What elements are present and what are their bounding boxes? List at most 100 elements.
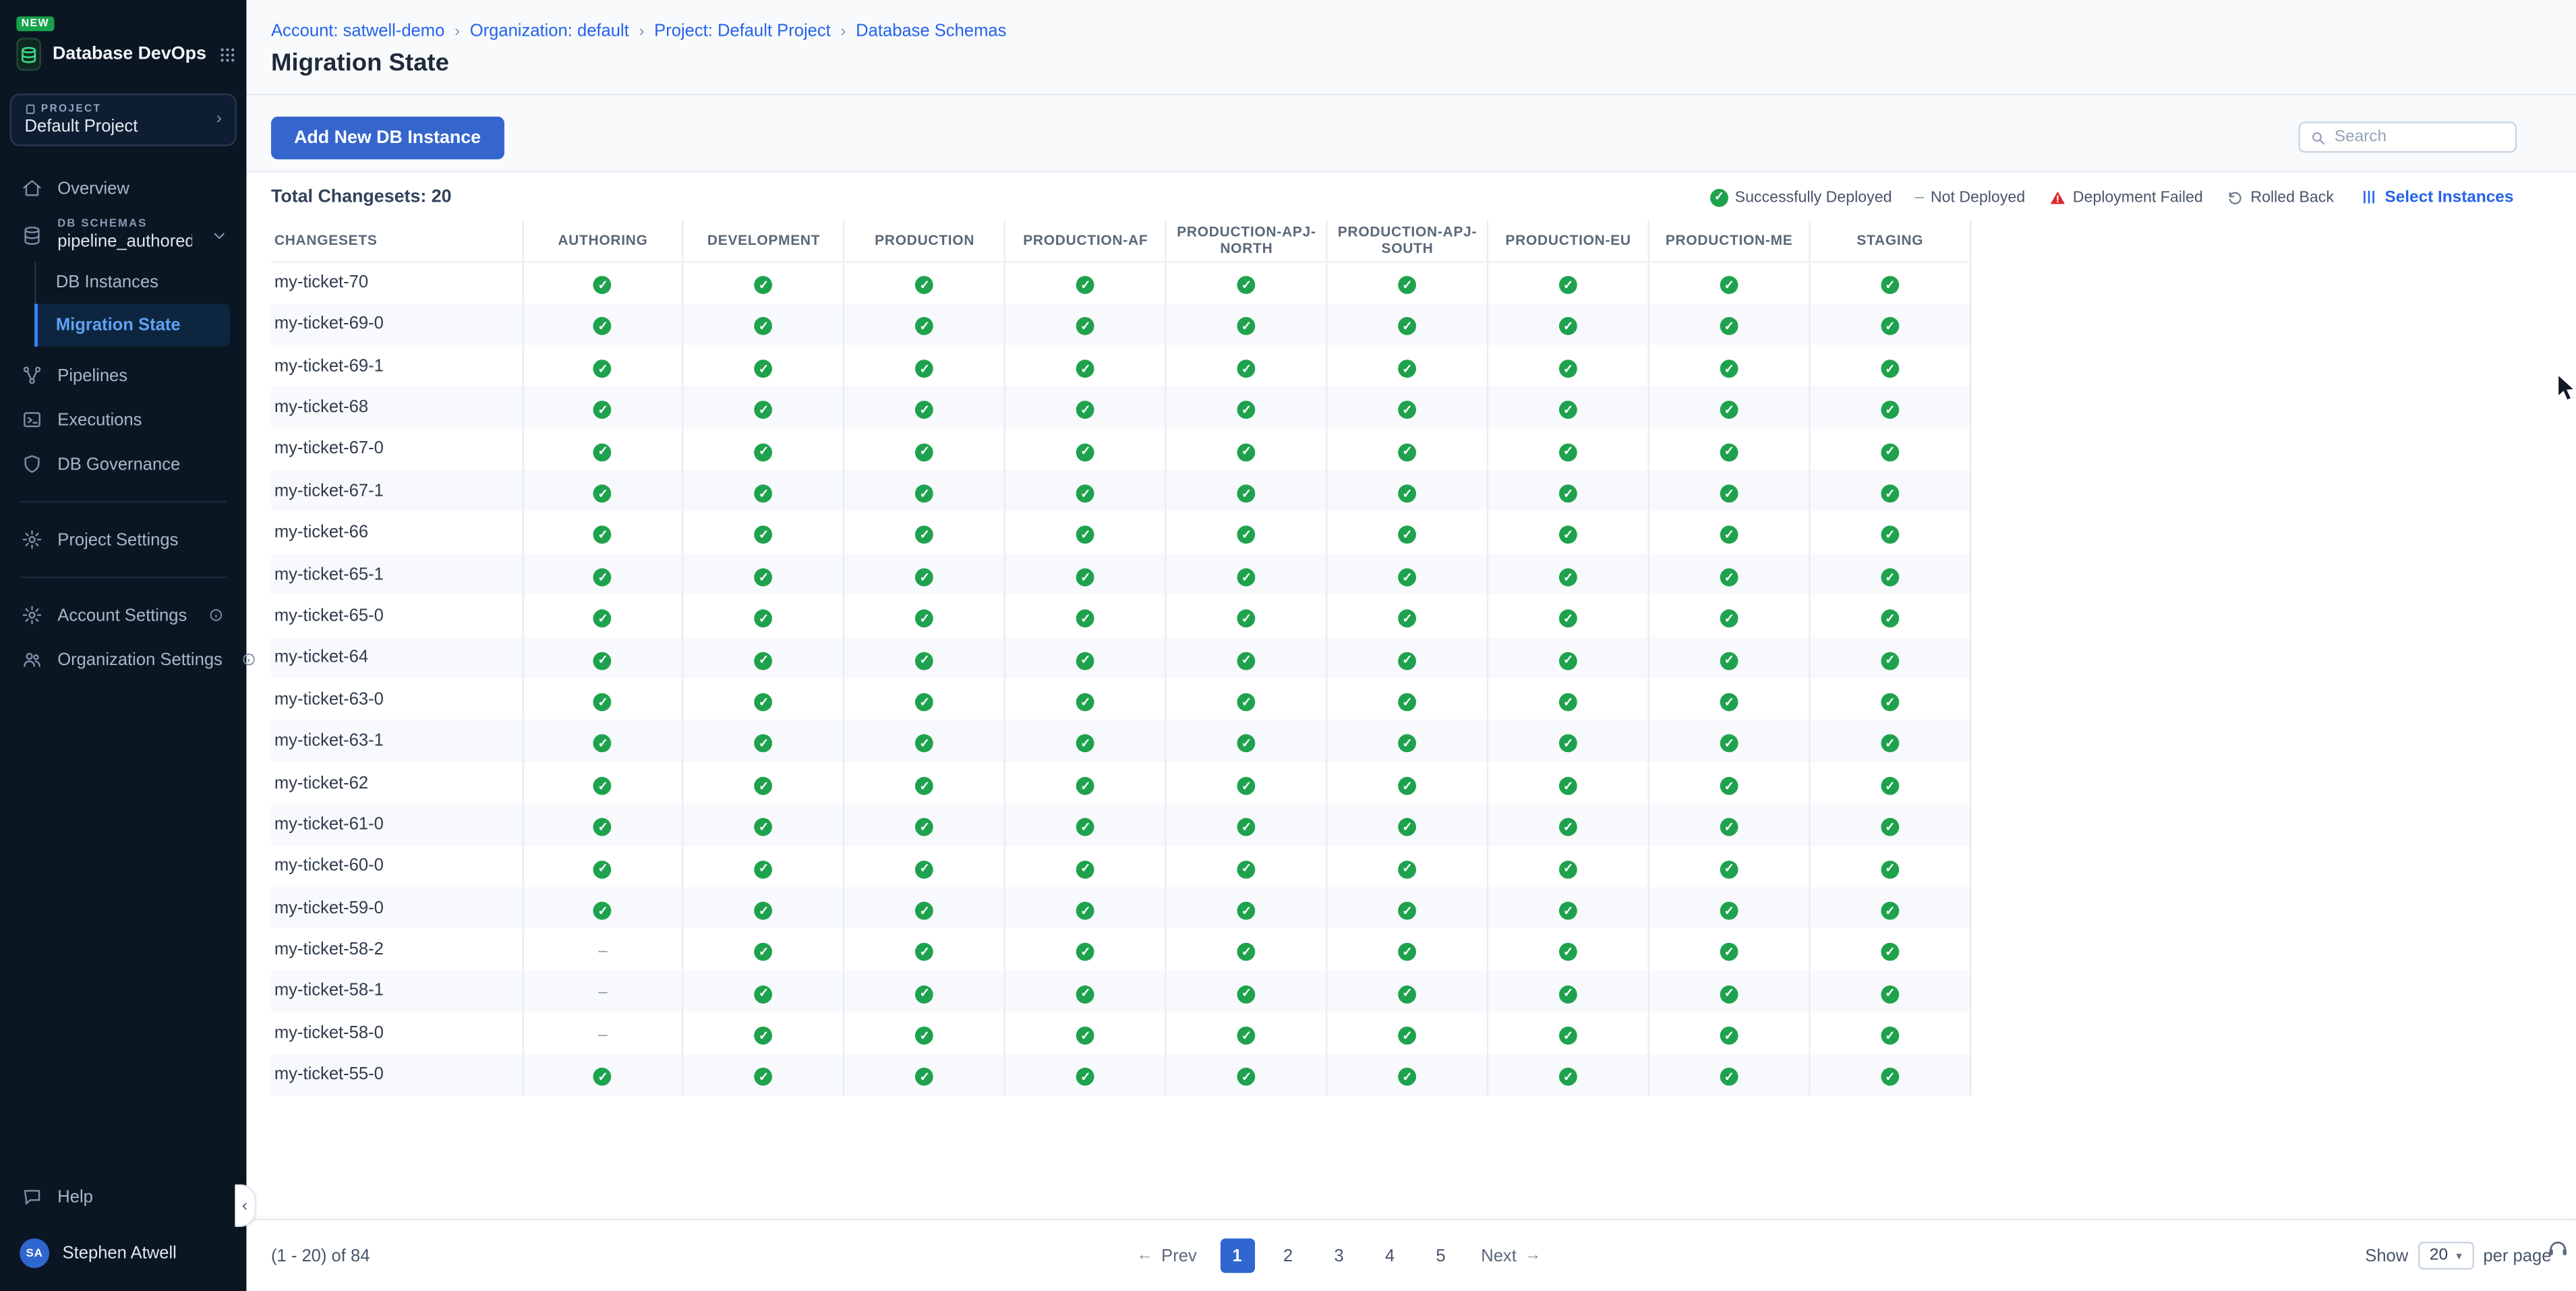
status-deployed: ✓ [844,971,1005,1012]
success-check-icon: ✓ [1076,443,1094,461]
status-deployed: ✓ [1649,929,1810,971]
changeset-name: my-ticket-62 [271,762,523,803]
table-row: my-ticket-68✓✓✓✓✓✓✓✓✓ [271,386,1970,428]
success-check-icon: ✓ [1076,693,1094,712]
add-db-instance-button[interactable]: Add New DB Instance [271,117,504,159]
search-input[interactable] [2335,128,2505,146]
status-deployed: ✓ [844,553,1005,595]
success-check-icon: ✓ [1710,188,1728,206]
status-deployed: ✓ [1809,637,1970,679]
app-switcher-icon[interactable] [218,45,236,63]
success-check-icon: ✓ [1720,360,1738,378]
page-button-5[interactable]: 5 [1424,1238,1458,1273]
success-check-icon: ✓ [1720,776,1738,795]
success-check-icon: ✓ [1237,735,1256,753]
status-deployed: ✓ [1649,971,1810,1012]
breadcrumb-link[interactable]: Organization: default [470,22,629,41]
success-check-icon: ✓ [1720,693,1738,712]
status-deployed: ✓ [844,261,1005,303]
success-check-icon: ✓ [1559,568,1577,586]
table-row: my-ticket-65-1✓✓✓✓✓✓✓✓✓ [271,553,1970,595]
success-check-icon: ✓ [1720,401,1738,420]
sidebar-item-migration-state[interactable]: Migration State [36,304,230,346]
support-headset-icon[interactable] [2546,1237,2569,1268]
success-check-icon: ✓ [1559,860,1577,878]
success-check-icon: ✓ [1881,526,1899,544]
sidebar-item-executions[interactable]: Executions [0,397,246,442]
success-check-icon: ✓ [755,776,773,795]
page-button-4[interactable]: 4 [1372,1238,1407,1273]
status-deployed: ✓ [683,386,844,428]
status-deployed: ✓ [523,511,684,553]
show-label: Show [2365,1246,2408,1265]
table-row: my-ticket-70✓✓✓✓✓✓✓✓✓ [271,261,1970,303]
success-check-icon: ✓ [1237,944,1256,962]
success-check-icon: ✓ [1559,277,1577,295]
table-row: my-ticket-59-0✓✓✓✓✓✓✓✓✓ [271,887,1970,929]
success-check-icon: ✓ [1399,652,1417,670]
sidebar-item-help[interactable]: Help [0,1174,246,1219]
status-deployed: ✓ [844,386,1005,428]
status-deployed: ✓ [1488,803,1649,845]
user-menu[interactable]: SA Stephen Atwell [0,1228,246,1278]
sidebar-item-db-instances[interactable]: DB Instances [36,261,230,304]
page-size-control: Show 20 ▾ per page [2365,1242,2551,1269]
breadcrumb-link[interactable]: Database Schemas [856,22,1006,41]
rollback-icon [2226,188,2244,206]
sidebar-item-db-schemas[interactable]: DB SCHEMAS pipeline_authored [0,210,246,258]
status-deployed: ✓ [1005,470,1166,512]
sidebar-item-db-governance[interactable]: DB Governance [0,442,246,486]
new-badge: NEW [16,16,54,31]
success-check-icon: ✓ [1720,652,1738,670]
success-check-icon: ✓ [755,652,773,670]
status-deployed: ✓ [1649,803,1810,845]
select-instances-button[interactable]: Select Instances [2360,188,2513,206]
table-row: my-ticket-61-0✓✓✓✓✓✓✓✓✓ [271,803,1970,845]
search-box[interactable] [2298,121,2517,152]
page-button-1[interactable]: 1 [1220,1238,1254,1273]
page-button-2[interactable]: 2 [1270,1238,1305,1273]
status-deployed: ✓ [1166,345,1327,386]
prev-page-button[interactable]: ← Prev [1137,1246,1197,1265]
success-check-icon: ✓ [1881,568,1899,586]
page-size-select[interactable]: 20 ▾ [2418,1242,2473,1269]
status-deployed: ✓ [1166,887,1327,929]
success-check-icon: ✓ [916,610,934,628]
status-deployed: ✓ [844,345,1005,386]
status-deployed: ✓ [523,887,684,929]
sidebar-item-project-settings[interactable]: Project Settings [0,517,246,562]
success-check-icon: ✓ [1559,735,1577,753]
next-page-button[interactable]: Next → [1481,1246,1541,1265]
success-check-icon: ✓ [1720,610,1738,628]
project-selector[interactable]: PROJECT Default Project › [10,94,237,146]
header-divider [246,94,2576,95]
status-deployed: ✓ [1809,386,1970,428]
success-check-icon: ✓ [755,401,773,420]
success-check-icon: ✓ [1559,693,1577,712]
changeset-name: my-ticket-60-0 [271,845,523,887]
success-check-icon: ✓ [755,360,773,378]
breadcrumb-link[interactable]: Account: satwell-demo [271,22,444,41]
nav-label: Executions [57,410,142,430]
status-deployed: ✓ [1327,803,1488,845]
sidebar-item-pipelines[interactable]: Pipelines [0,353,246,398]
sidebar-item-overview[interactable]: Overview [0,166,246,210]
status-deployed: ✓ [523,386,684,428]
sidebar-item-account-settings[interactable]: Account Settings [0,593,246,637]
sidebar-item-organization-settings[interactable]: Organization Settings [0,637,246,682]
changeset-name: my-ticket-67-1 [271,470,523,512]
success-check-icon: ✓ [1881,818,1899,836]
status-deployed: ✓ [1809,470,1970,512]
success-check-icon: ✓ [1237,652,1256,670]
breadcrumb-link[interactable]: Project: Default Project [654,22,831,41]
status-deployed: ✓ [1649,553,1810,595]
success-check-icon: ✓ [1237,568,1256,586]
legend-item: –Not Deployed [1915,188,2026,206]
page-button-3[interactable]: 3 [1322,1238,1356,1273]
organization-icon [20,649,42,670]
legend-label: Deployment Failed [2073,188,2203,206]
status-deployed: ✓ [844,803,1005,845]
success-check-icon: ✓ [1881,360,1899,378]
success-check-icon: ✓ [1720,443,1738,461]
success-check-icon: ✓ [594,443,612,461]
